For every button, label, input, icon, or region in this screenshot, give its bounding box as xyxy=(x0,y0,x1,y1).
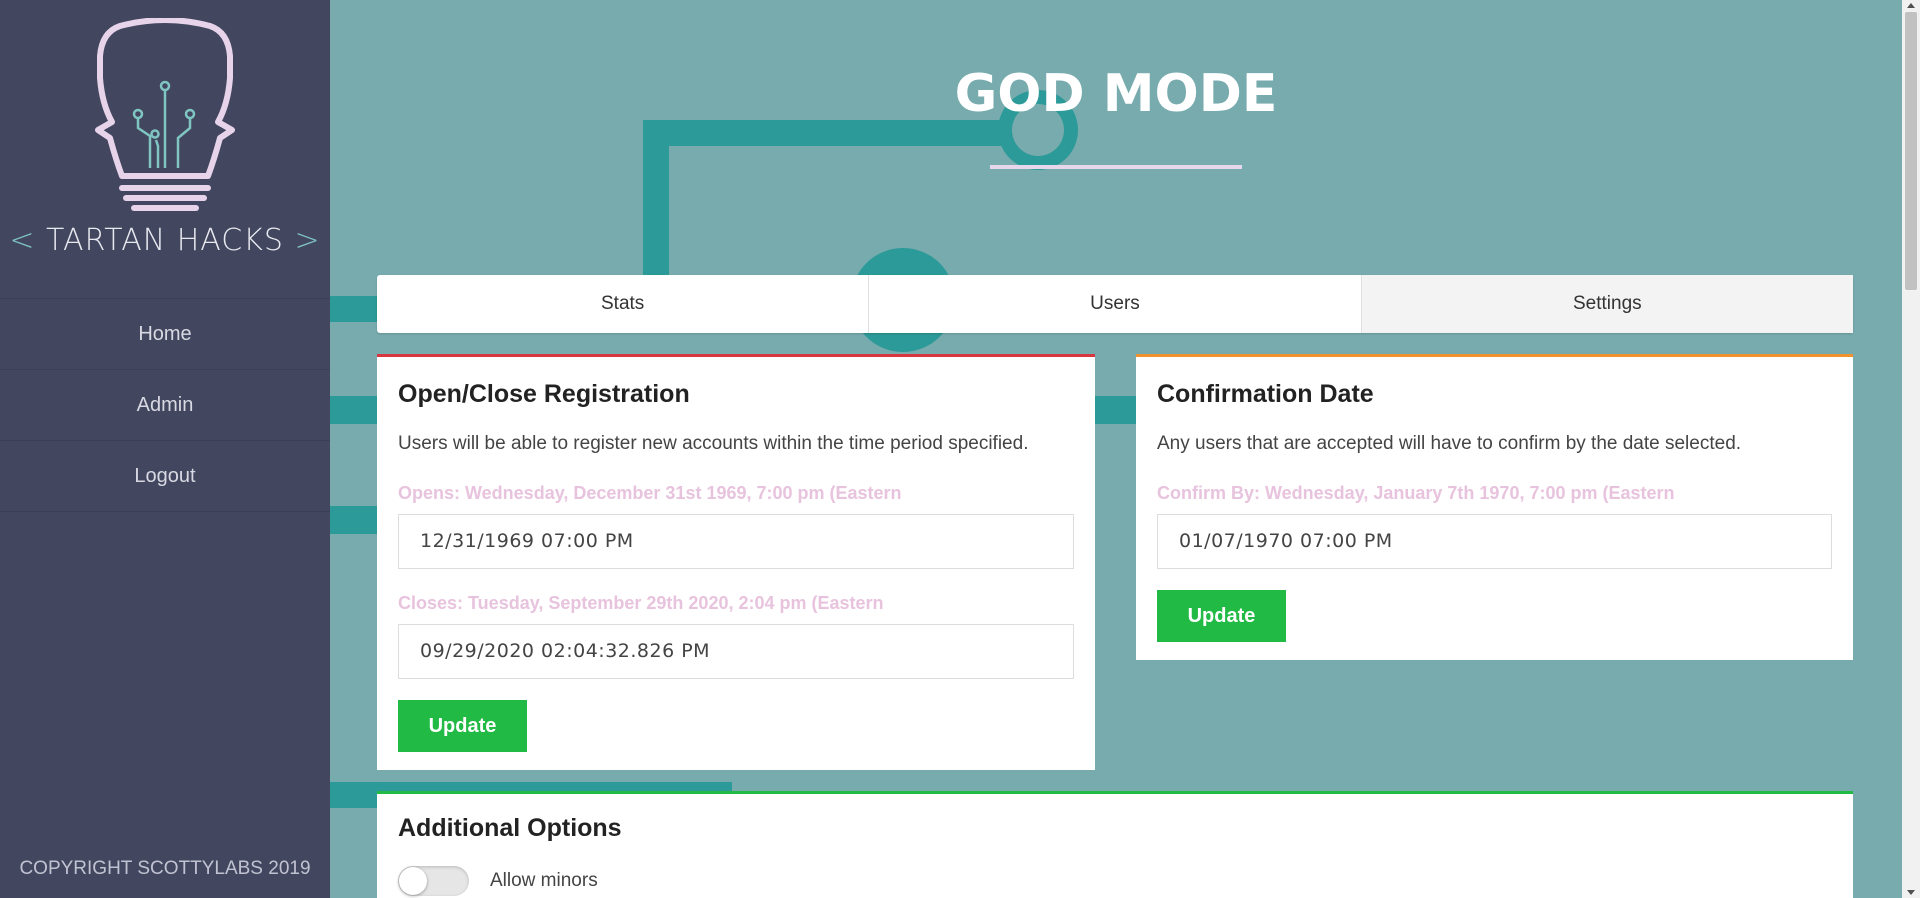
confirm-date-input[interactable]: 01/07/1970 07:00 PM xyxy=(1157,514,1832,569)
registration-description: Users will be able to register new accou… xyxy=(398,433,1029,454)
page-scrollbar[interactable] xyxy=(1902,0,1920,898)
main-content: GOD MODE Stats Users Settings Open/Close… xyxy=(330,0,1902,898)
lightbulb-logo-icon xyxy=(95,18,235,211)
page-title: GOD MODE xyxy=(954,64,1278,124)
confirmation-description: Any users that are accepted will have to… xyxy=(1157,433,1742,454)
closes-date-input[interactable]: 09/29/2020 02:04:32.826 PM xyxy=(398,624,1074,679)
registration-heading: Open/Close Registration xyxy=(398,380,690,408)
tartan-hacks-logo[interactable]: < TARTAN HACKS > xyxy=(0,18,330,258)
tab-users[interactable]: Users xyxy=(869,275,1362,333)
scrollbar-thumb[interactable] xyxy=(1905,12,1917,290)
confirmation-update-button[interactable]: Update xyxy=(1157,590,1286,642)
options-heading: Additional Options xyxy=(398,814,622,842)
registration-card: Open/Close Registration Users will be ab… xyxy=(377,354,1095,770)
logo-bracket-left: < xyxy=(9,223,36,258)
sidebar: < TARTAN HACKS > Home Admin Logout COPYR… xyxy=(0,0,330,898)
scroll-down-arrow-icon[interactable] xyxy=(1907,890,1915,895)
confirm-by-label: Confirm By: Wednesday, January 7th 1970,… xyxy=(1157,483,1675,503)
scroll-up-arrow-icon[interactable] xyxy=(1907,3,1915,8)
logo-bracket-right: > xyxy=(294,223,321,258)
confirmation-card: Confirmation Date Any users that are acc… xyxy=(1136,354,1853,660)
logo-text: TARTAN HACKS xyxy=(46,223,284,258)
confirmation-heading: Confirmation Date xyxy=(1157,380,1374,408)
allow-minors-toggle[interactable] xyxy=(398,866,469,896)
nav-admin[interactable]: Admin xyxy=(0,370,330,441)
opens-label: Opens: Wednesday, December 31st 1969, 7:… xyxy=(398,483,902,503)
admin-tabs: Stats Users Settings xyxy=(377,275,1853,333)
closes-label: Closes: Tuesday, September 29th 2020, 2:… xyxy=(398,593,884,613)
title-underline xyxy=(990,165,1242,169)
nav-home[interactable]: Home xyxy=(0,299,330,370)
toggle-knob xyxy=(399,867,427,895)
additional-options-card: Additional Options Allow minors xyxy=(377,791,1853,898)
registration-update-button[interactable]: Update xyxy=(398,700,527,752)
opens-date-input[interactable]: 12/31/1969 07:00 PM xyxy=(398,514,1074,569)
tab-settings[interactable]: Settings xyxy=(1361,275,1853,333)
allow-minors-label: Allow minors xyxy=(490,870,598,891)
nav-logout[interactable]: Logout xyxy=(0,441,330,512)
tab-stats[interactable]: Stats xyxy=(377,275,870,333)
sidebar-nav: Home Admin Logout xyxy=(0,298,330,512)
copyright-text: COPYRIGHT SCOTTYLABS 2019 xyxy=(19,858,311,879)
